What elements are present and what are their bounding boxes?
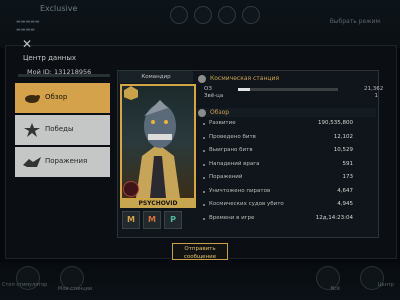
level-label: Звё-ца: [204, 93, 224, 99]
sidebar-item-victories[interactable]: Победы: [15, 115, 110, 145]
send-line: сообщение: [183, 254, 217, 260]
mode-select-label[interactable]: Выбрать режим: [330, 18, 380, 25]
top-hud: Exclusive ▬▬▬▬▬ ▬▬▬▬ Выбрать режим: [0, 0, 400, 48]
hud-icon[interactable]: [170, 6, 188, 24]
stat-label: Поражений: [209, 174, 243, 180]
blast-icon: [24, 123, 40, 137]
send-message-button[interactable]: Отправить сообщение: [172, 243, 228, 260]
stat-label: Времени в игре: [209, 214, 255, 221]
overview-title: Обзор: [210, 109, 230, 116]
stat-label: Выиграно битв: [209, 147, 253, 153]
sidebar-item-defeats[interactable]: Поражения: [15, 147, 110, 177]
hud-label: Стоп стимулятор: [2, 282, 48, 288]
stat-value: 4,647: [337, 187, 353, 194]
commander-header: Командир: [119, 71, 193, 83]
stat-label: Развитие: [209, 120, 236, 126]
dialog-title: Центр данных: [23, 54, 77, 62]
stat-value: 12,102: [333, 133, 353, 140]
stat-row: Космических судов убито 4,945: [203, 201, 353, 215]
medal-icon[interactable]: M: [143, 211, 161, 229]
stat-label: Уничтожено пиратов: [209, 187, 271, 194]
close-icon[interactable]: ✕: [20, 37, 34, 51]
wreck-icon: [23, 157, 41, 167]
station-title: Космическая станция: [210, 75, 279, 82]
hud-label: Всё: [330, 286, 340, 292]
hud-icon[interactable]: [242, 6, 260, 24]
stat-value: 10,529: [333, 147, 353, 153]
progress-bar: [238, 88, 338, 91]
stat-row: Нападений врага 591: [203, 161, 353, 175]
station-level: ОЗ Звё-ца 21,362 1: [204, 86, 383, 100]
stat-value: 12д,14:23:04: [315, 214, 353, 221]
overview-section: Обзор: [196, 108, 376, 117]
level-value: 1: [374, 93, 379, 99]
overview-icon: [198, 108, 206, 117]
hud-title: Exclusive: [40, 4, 78, 13]
hud-icons: [170, 6, 260, 24]
commander-name: PSYCHOVID: [120, 199, 196, 208]
stat-value: 190,535,800: [318, 120, 353, 126]
stat-row: Поражений 173: [203, 174, 353, 188]
bottom-hud: Стоп стимулятор Мои станции Центр Всё: [0, 262, 400, 300]
hud-label: Мои станции: [58, 286, 93, 292]
stat-value: 4,945: [337, 201, 353, 207]
medal-icon[interactable]: M: [122, 211, 140, 229]
hud-label: Центр: [377, 282, 394, 288]
rat-icon: [25, 95, 40, 103]
stats-list: Развитие 190,535,800 Проведено битв 12,102…: [203, 120, 353, 228]
stat-label: Космических судов убито: [209, 201, 284, 207]
stat-value: 173: [342, 174, 354, 180]
station-section: Космическая станция: [196, 74, 376, 83]
station-icon: [198, 74, 206, 83]
stat-row: Развитие 190,535,800: [203, 120, 353, 134]
level-value: 21,362: [364, 86, 384, 92]
stat-row: Уничтожено пиратов 4,647: [203, 188, 353, 202]
sidebar-item-label: Поражения: [45, 157, 88, 165]
alliance-emblem-icon: [123, 181, 139, 197]
sidebar-item-overview[interactable]: Обзор: [15, 83, 110, 113]
hud-icon[interactable]: [194, 6, 212, 24]
sidebar-item-label: Обзор: [45, 93, 68, 101]
sidebar-item-label: Победы: [45, 125, 74, 133]
sidebar: Обзор Победы Поражения: [15, 83, 110, 179]
stat-row: Выиграно битв 10,529: [203, 147, 353, 161]
stat-row: Проведено битв 12,102: [203, 134, 353, 148]
hud-icon[interactable]: [218, 6, 236, 24]
medal-icon[interactable]: P: [164, 211, 182, 229]
stat-label: Нападений врага: [209, 160, 260, 167]
send-line: Отправить: [184, 246, 216, 252]
level-label: ОЗ: [204, 86, 212, 92]
hud-info: ▬▬▬▬▬ ▬▬▬▬: [16, 19, 40, 33]
stat-value: 591: [342, 160, 354, 167]
stat-row: Времени в игре 12д,14:23:04: [203, 215, 353, 229]
divider: [18, 74, 110, 77]
medals: M M P: [122, 211, 182, 229]
stat-label: Проведено битв: [209, 133, 256, 140]
